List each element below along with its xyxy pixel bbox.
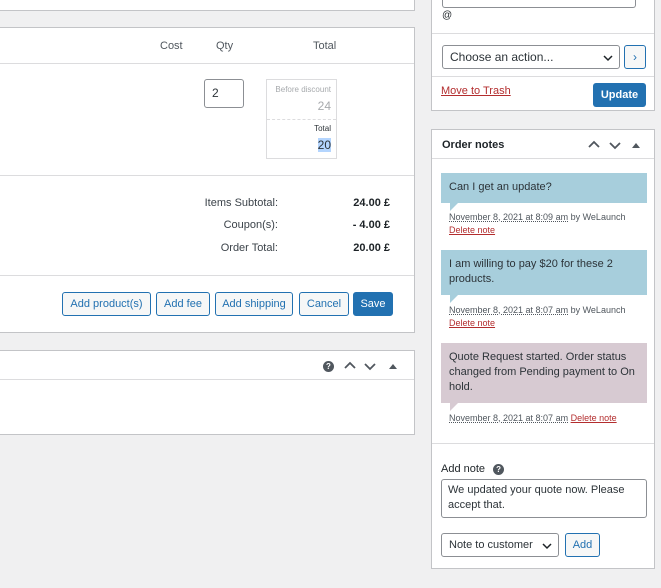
order-note: Quote Request started. Order status chan… — [441, 343, 647, 403]
qty-column-header: Qty — [216, 40, 234, 52]
note-tail — [450, 403, 458, 411]
panel-header-divider — [0, 379, 414, 380]
order-notes-title: Order notes — [442, 139, 505, 151]
order-action-select-value: Choose an action... — [450, 50, 554, 64]
note-type-select[interactable]: Note to customer — [441, 533, 559, 557]
coupons-label: Coupon(s): — [223, 219, 278, 231]
add-shipping-button[interactable]: Add shipping — [215, 292, 293, 316]
add-note-label-row: Add note ? — [441, 463, 505, 475]
note-meta: November 8, 2021 at 8:07 am Delete note — [449, 413, 617, 423]
order-action-select[interactable]: Choose an action... — [442, 45, 620, 69]
help-icon[interactable]: ? — [323, 360, 334, 372]
move-to-trash-link[interactable]: Move to Trash — [441, 85, 511, 97]
note-author: by WeLaunch — [570, 212, 626, 222]
add-note-button[interactable]: Add — [565, 533, 600, 557]
actions-divider — [432, 33, 654, 34]
notes-header-divider — [432, 158, 654, 159]
note-date: November 8, 2021 at 8:07 am — [449, 413, 569, 423]
apply-action-button[interactable]: › — [624, 45, 646, 69]
order-total-label: Order Total: — [220, 242, 278, 254]
order-note: Can I get an update? — [441, 173, 647, 203]
note-textarea[interactable]: We updated your quote now. Please accept… — [441, 479, 647, 518]
line-total-input[interactable]: 20 — [317, 138, 331, 152]
email-field[interactable] — [442, 0, 636, 8]
order-notes-panel: Order notes Can I get an update? Novembe… — [431, 129, 655, 569]
add-fee-button[interactable]: Add fee — [156, 292, 210, 316]
chevron-down-icon[interactable] — [363, 359, 377, 373]
chevron-down-icon — [603, 55, 613, 62]
cost-column-header: Cost — [160, 40, 183, 52]
add-note-divider — [432, 443, 654, 444]
order-actions-panel: @ Choose an action... › Move to Trash Up… — [431, 0, 655, 111]
note-date: November 8, 2021 at 8:09 am — [449, 212, 569, 222]
collapse-toggle-icon[interactable] — [389, 363, 397, 369]
order-items-panel: Cost Qty Total 2 Before discount 24 Tota… — [0, 27, 415, 333]
header-divider — [0, 63, 414, 64]
help-icon[interactable]: ? — [493, 463, 505, 475]
cancel-button[interactable]: Cancel — [299, 292, 349, 316]
note-date: November 8, 2021 at 8:07 am — [449, 305, 569, 315]
note-author: by WeLaunch — [570, 305, 626, 315]
order-note: I am willing to pay $20 for these 2 prod… — [441, 250, 647, 295]
chevron-down-icon — [542, 543, 552, 550]
notes-header-icons — [587, 138, 640, 152]
note-type-value: Note to customer — [449, 539, 533, 551]
before-discount-value: 24 — [317, 99, 331, 113]
update-button[interactable]: Update — [593, 83, 646, 107]
line-total-section: Total 20 — [267, 120, 336, 160]
delete-note-link[interactable]: Delete note — [449, 318, 495, 328]
previous-panel-bottom — [0, 0, 415, 11]
save-button[interactable]: Save — [353, 292, 393, 316]
items-subtotal-value: 24.00 £ — [353, 197, 390, 209]
note-tail — [450, 203, 458, 211]
line-total-label: Total — [314, 124, 331, 133]
items-subtotal-label: Items Subtotal: — [204, 197, 278, 209]
chevron-down-icon[interactable] — [608, 138, 622, 152]
order-total-value: 20.00 £ — [353, 242, 390, 254]
quantity-input[interactable]: 2 — [204, 79, 244, 108]
collapse-toggle-icon[interactable] — [632, 142, 640, 148]
buttons-divider — [0, 275, 414, 276]
note-tail — [450, 295, 458, 303]
secondary-metabox: ? — [0, 350, 415, 435]
add-note-label: Add note — [441, 463, 486, 475]
delete-note-link[interactable]: Delete note — [449, 225, 495, 235]
before-discount-section: Before discount 24 — [267, 80, 336, 120]
before-discount-label: Before discount — [275, 85, 331, 94]
actions-footer-divider — [432, 76, 654, 77]
note-meta: November 8, 2021 at 8:07 am by WeLaunch — [449, 305, 625, 315]
add-products-button[interactable]: Add product(s) — [62, 292, 151, 316]
delete-note-link[interactable]: Delete note — [571, 413, 617, 423]
line-total-box: Before discount 24 Total 20 — [266, 79, 337, 159]
note-meta: November 8, 2021 at 8:09 am by WeLaunch — [449, 212, 625, 222]
summary-divider — [0, 175, 414, 176]
coupons-value: - 4.00 £ — [352, 219, 390, 231]
panel-header-icons: ? — [323, 359, 397, 373]
chevron-up-icon[interactable] — [587, 138, 601, 152]
total-column-header: Total — [313, 40, 337, 52]
chevron-up-icon[interactable] — [343, 359, 357, 373]
at-sign: @ — [442, 10, 453, 21]
